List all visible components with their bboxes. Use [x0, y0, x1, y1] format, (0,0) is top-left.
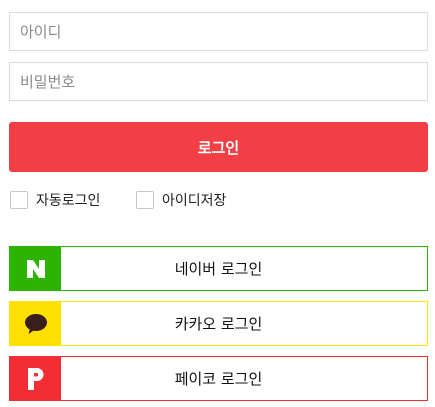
naver-login-button[interactable]: 네이버 로그인 [9, 246, 428, 291]
auto-login-label: 자동로그인 [36, 193, 101, 209]
save-id-checkbox[interactable]: 아이디저장 [136, 190, 226, 210]
login-button[interactable]: 로그인 [9, 122, 428, 172]
auto-login-checkbox[interactable]: 자동로그인 [10, 190, 100, 210]
save-id-label: 아이디저장 [162, 193, 227, 209]
payco-login-button[interactable]: 페이코 로그인 [9, 356, 428, 401]
kakao-login-button[interactable]: 카카오 로그인 [9, 301, 428, 346]
payco-p-icon [10, 357, 61, 400]
kakao-login-label: 카카오 로그인 [174, 315, 263, 333]
payco-login-label: 페이코 로그인 [174, 370, 263, 388]
naver-n-icon [10, 247, 61, 290]
kakao-talk-bubble-icon [10, 302, 61, 345]
login-panel: 로그인 자동로그인 아이디저장 네이버 로그인 카카오 로그인 [0, 0, 435, 407]
naver-login-label: 네이버 로그인 [174, 260, 263, 278]
checkbox-box[interactable] [136, 191, 154, 209]
checkbox-box[interactable] [10, 191, 28, 209]
id-input[interactable] [9, 12, 428, 51]
password-input[interactable] [9, 62, 428, 101]
